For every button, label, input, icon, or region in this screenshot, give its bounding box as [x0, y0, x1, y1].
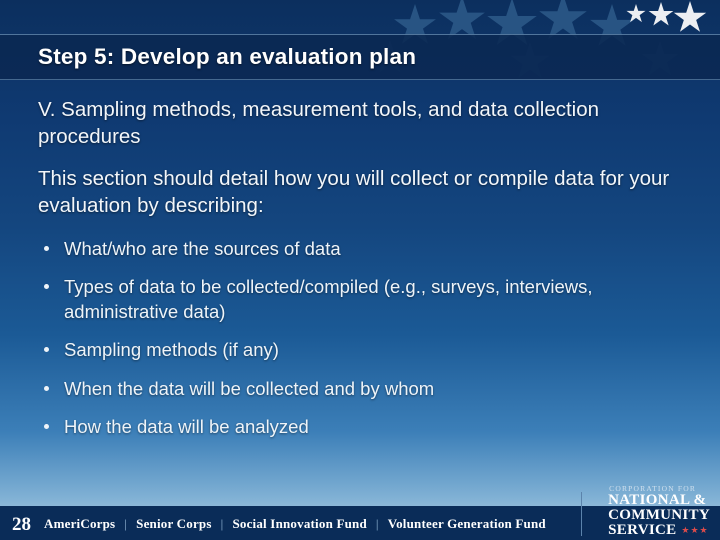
slide-title-bar: Step 5: Develop an evaluation plan: [0, 34, 720, 80]
lead-paragraph-1: V. Sampling methods, measurement tools, …: [38, 98, 600, 149]
list-item-label: How the data will be analyzed: [64, 416, 309, 438]
cns-logo-line2: COMMUNITY: [608, 507, 710, 523]
list-item-label: When the data will be collected and by w…: [64, 377, 435, 399]
list-item: Sampling methods (if any): [38, 338, 684, 362]
footer-brand-list: AmeriCorps | Senior Corps | Social Innov…: [44, 516, 546, 532]
footer-brand-volunteer-generation-fund: Volunteer Generation Fund: [387, 516, 546, 531]
bullet-dot-icon: [44, 347, 49, 353]
list-item: When the data will be collected and by w…: [38, 377, 684, 401]
bullet-list: What/who are the sources of data Types o…: [38, 237, 684, 439]
footer-brand-americorps: AmeriCorps: [44, 516, 116, 531]
cns-logo: CORPORATION FOR NATIONAL & COMMUNITY SER…: [608, 483, 710, 539]
list-item: What/who are the sources of data: [38, 237, 684, 261]
footer-brand-social-innovation-fund: Social Innovation Fund: [232, 516, 367, 531]
bullet-dot-icon: [44, 424, 49, 430]
cns-logo-line1: NATIONAL &: [608, 492, 707, 508]
bullet-dot-icon: [44, 284, 49, 290]
lead-paragraph-2: This section should detail how you will …: [38, 166, 670, 217]
footer-separator: |: [220, 516, 224, 531]
list-item-label: What/who are the sources of data: [64, 238, 341, 259]
bullet-dot-icon: [44, 385, 49, 391]
footer-separator: |: [375, 516, 379, 531]
slide: Step 5: Develop an evaluation plan V. Sa…: [0, 0, 720, 540]
cns-logo-service-line: SERVICE ★★★: [608, 523, 710, 538]
list-item-label: Sampling methods (if any): [64, 339, 279, 361]
list-item: Types of data to be collected/compiled (…: [38, 275, 684, 324]
footer-brand-senior-corps: Senior Corps: [136, 516, 212, 531]
cns-logo-stars-icon: ★★★: [681, 525, 709, 535]
footer-divider: [581, 492, 582, 536]
cns-logo-line3: SERVICE: [608, 522, 677, 538]
page-title: Step 5: Develop an evaluation plan: [38, 44, 417, 69]
cns-logo-pre: CORPORATION FOR: [609, 483, 697, 493]
page-number: 28: [12, 514, 31, 535]
bullet-dot-icon: [44, 246, 49, 251]
list-item-label: Types of data to be collected/compiled (…: [64, 276, 593, 322]
footer-separator: |: [124, 516, 128, 531]
list-item: How the data will be analyzed: [38, 415, 684, 439]
slide-body: V. Sampling methods, measurement tools, …: [38, 96, 684, 453]
